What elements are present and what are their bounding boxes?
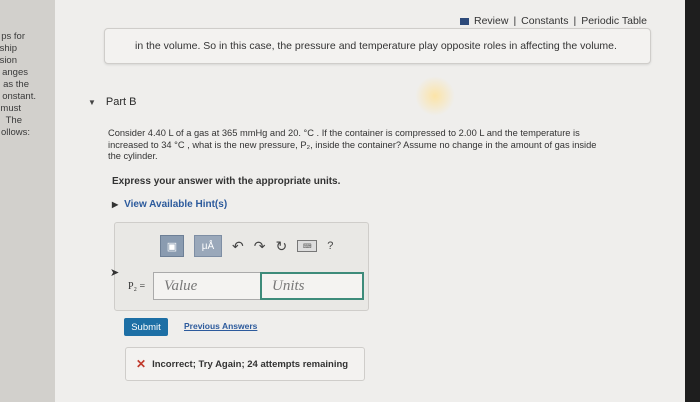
sidebar-line: ps for bbox=[1, 31, 25, 42]
sidebar-text-column: ps for ship sion anges as the onstant. m… bbox=[0, 0, 55, 402]
equation-toolbar: ▣ μÅ ↶ ↷ ↻ ⌨ ? bbox=[160, 235, 333, 257]
question-line: increased to 34 °C , what is the new pre… bbox=[108, 139, 597, 150]
previous-answers-link[interactable]: Previous Answers bbox=[184, 321, 257, 331]
templates-button[interactable]: ▣ bbox=[160, 235, 184, 257]
value-input[interactable]: Value bbox=[153, 272, 261, 300]
redo-icon[interactable]: ↷ bbox=[254, 238, 266, 255]
screen-edge bbox=[685, 0, 700, 402]
part-label: Part B bbox=[105, 96, 137, 108]
sidebar-line: anges bbox=[2, 67, 28, 78]
explanation-box: in the volume. So in this case, the pres… bbox=[104, 28, 651, 64]
question-line: the cylinder. bbox=[108, 151, 158, 161]
screen-glare bbox=[415, 76, 455, 116]
sidebar-line: sion bbox=[0, 55, 17, 66]
hint-label[interactable]: View Available Hint(s) bbox=[124, 199, 227, 210]
instruction-text: Express your answer with the appropriate… bbox=[112, 176, 341, 187]
view-hints-toggle[interactable]: ▶ View Available Hint(s) bbox=[112, 199, 227, 210]
help-icon[interactable]: ? bbox=[327, 240, 333, 252]
sidebar-line: must bbox=[0, 103, 21, 114]
caret-right-icon: ▶ bbox=[112, 200, 119, 209]
variable-label: P₂ = bbox=[128, 281, 146, 292]
review-link[interactable]: Review bbox=[474, 15, 508, 27]
units-symbols-button[interactable]: μÅ bbox=[194, 235, 222, 257]
question-text: Consider 4.40 L of a gas at 365 mmHg and… bbox=[108, 128, 648, 163]
sidebar-line: ship bbox=[0, 43, 17, 54]
keyboard-icon[interactable]: ⌨ bbox=[297, 240, 318, 252]
reset-icon[interactable]: ↻ bbox=[275, 238, 287, 255]
feedback-text: Incorrect; Try Again; 24 attempts remain… bbox=[152, 358, 349, 370]
periodic-table-link[interactable]: Periodic Table bbox=[581, 15, 647, 27]
submit-button[interactable]: Submit bbox=[124, 318, 168, 336]
caret-down-icon[interactable]: ▼ bbox=[88, 98, 96, 107]
answer-panel: ▣ μÅ ↶ ↷ ↻ ⌨ ? P₂ = Value Units bbox=[114, 222, 369, 311]
sidebar-line: onstant. bbox=[2, 91, 36, 102]
explanation-text: in the volume. So in this case, the pres… bbox=[135, 40, 617, 52]
mouse-cursor-icon: ➤ bbox=[110, 267, 120, 279]
sidebar-line: ollows: bbox=[0, 127, 30, 138]
incorrect-icon: ✕ bbox=[136, 357, 147, 371]
separator: | bbox=[513, 15, 517, 27]
sidebar-line: The bbox=[5, 115, 22, 126]
constants-link[interactable]: Constants bbox=[521, 15, 568, 27]
question-line: Consider 4.40 L of a gas at 365 mmHg and… bbox=[108, 128, 580, 138]
undo-icon[interactable]: ↶ bbox=[232, 238, 244, 255]
feedback-box: ✕ Incorrect; Try Again; 24 attempts rema… bbox=[125, 347, 365, 381]
units-input[interactable]: Units bbox=[260, 272, 364, 300]
separator: | bbox=[573, 15, 577, 27]
header-links: Review | Constants | Periodic Table bbox=[460, 15, 647, 27]
part-b-header[interactable]: ▼ Part B bbox=[88, 96, 137, 108]
book-icon bbox=[460, 17, 469, 25]
sidebar-line: as the bbox=[3, 79, 29, 90]
